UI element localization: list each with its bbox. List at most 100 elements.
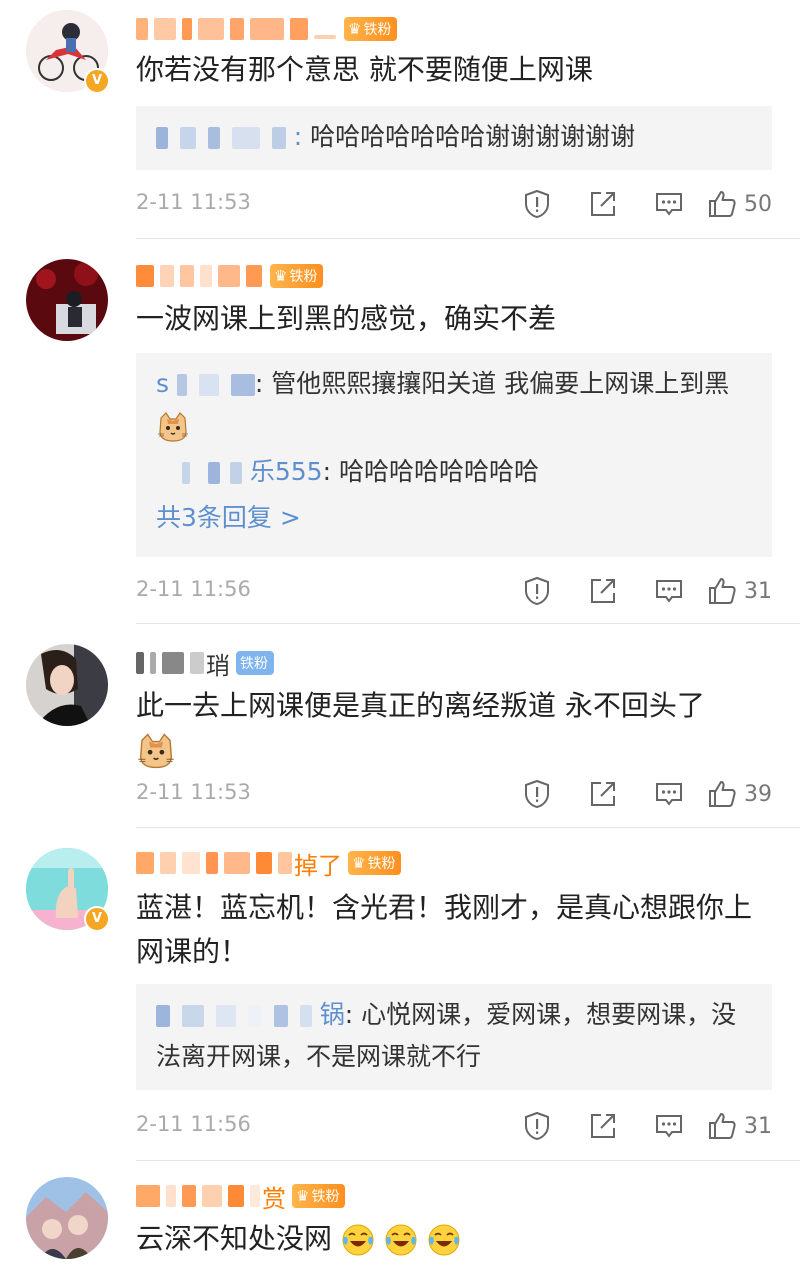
comment-icon bbox=[654, 576, 684, 606]
comment-footer: 2-11 11:53 50 bbox=[136, 184, 776, 224]
comment-footer: 2-11 11:53 39 bbox=[136, 774, 776, 814]
like-icon bbox=[706, 188, 738, 220]
report-button[interactable] bbox=[504, 184, 570, 224]
crown-icon: ♛ bbox=[296, 1187, 310, 1205]
fan-badge-label: 铁粉 bbox=[363, 22, 392, 38]
fan-badge-label: 铁粉 bbox=[240, 656, 268, 672]
fan-badge: ♛ 铁粉 bbox=[270, 264, 324, 288]
reply-text: : 心悦网课，爱网课，想要网课，没法离开网课，不是网课就不行 bbox=[156, 1000, 737, 1071]
comment-icon bbox=[654, 1111, 684, 1141]
share-icon bbox=[588, 576, 618, 606]
comment-text: 云深不知处没网 bbox=[136, 1217, 776, 1261]
comment-icon bbox=[654, 779, 684, 809]
avatar[interactable] bbox=[26, 644, 108, 726]
username[interactable]: 赏 ♛ 铁粉 bbox=[136, 1179, 346, 1213]
username-suffix: 赏 bbox=[262, 1184, 286, 1213]
report-icon bbox=[522, 576, 552, 606]
cat-emoji bbox=[156, 410, 190, 444]
verified-icon: V bbox=[84, 906, 110, 932]
reply-item[interactable]: s : 管他熙熙攘攘阳关道 我偏要上网课上到黑 bbox=[156, 363, 752, 447]
reply-box[interactable]: : 哈哈哈哈哈哈哈谢谢谢谢谢谢 bbox=[136, 106, 772, 170]
crying-laugh-emoji bbox=[341, 1223, 375, 1257]
divider bbox=[136, 1160, 800, 1161]
reply-author[interactable]: : bbox=[294, 122, 302, 151]
more-replies-link[interactable]: 共3条回复 > bbox=[156, 497, 752, 539]
reply-button[interactable] bbox=[636, 571, 702, 611]
like-button[interactable]: 31 bbox=[706, 575, 776, 607]
timestamp: 2-11 11:53 bbox=[136, 190, 251, 214]
reply-author[interactable]: s bbox=[156, 369, 169, 398]
like-button[interactable]: 39 bbox=[706, 778, 776, 810]
timestamp: 2-11 11:56 bbox=[136, 1112, 251, 1136]
timestamp: 2-11 11:56 bbox=[136, 577, 251, 601]
username[interactable]: 琑 铁粉 bbox=[136, 646, 274, 680]
comment-text: 你若没有那个意思 就不要随便上网课 bbox=[136, 53, 593, 86]
username-suffix: 琑 bbox=[206, 651, 230, 680]
like-icon bbox=[706, 575, 738, 607]
comment-text-body: 此一去上网课便是真正的离经叛道 永不回头了 bbox=[136, 689, 705, 722]
report-button[interactable] bbox=[504, 774, 570, 814]
comment-footer: 2-11 11:56 31 bbox=[136, 1106, 776, 1146]
like-count: 50 bbox=[744, 191, 772, 217]
username-suffix: 掉了 bbox=[294, 851, 342, 880]
comment-text: 此一去上网课便是真正的离经叛道 永不回头了 bbox=[136, 684, 776, 772]
fan-badge-label: 铁粉 bbox=[367, 856, 396, 872]
verified-icon: V bbox=[84, 68, 110, 94]
reply-button[interactable] bbox=[636, 774, 702, 814]
share-icon bbox=[588, 189, 618, 219]
reply-text: 哈哈哈哈哈哈哈谢谢谢谢谢谢 bbox=[302, 122, 636, 151]
share-button[interactable] bbox=[570, 571, 636, 611]
fan-badge: ♛ 铁粉 bbox=[292, 1184, 346, 1208]
like-count: 31 bbox=[744, 1113, 772, 1139]
reply-text: : 管他熙熙攘攘阳关道 我偏要上网课上到黑 bbox=[254, 369, 730, 398]
username[interactable]: 掉了 ♛ 铁粉 bbox=[136, 846, 402, 880]
crying-laugh-emoji bbox=[384, 1223, 418, 1257]
reply-button[interactable] bbox=[636, 1106, 702, 1146]
comment-footer: 2-11 11:56 31 bbox=[136, 571, 776, 611]
crown-icon: ♛ bbox=[348, 20, 362, 38]
reply-box[interactable]: s : 管他熙熙攘攘阳关道 我偏要上网课上到黑 乐555: 哈哈哈哈哈哈哈哈 共… bbox=[136, 353, 772, 557]
share-icon bbox=[588, 779, 618, 809]
like-icon bbox=[706, 1110, 738, 1142]
fan-badge: ♛ 铁粉 bbox=[348, 851, 402, 875]
fan-badge-label: 铁粉 bbox=[311, 1189, 340, 1205]
like-button[interactable]: 31 bbox=[706, 1110, 776, 1142]
avatar[interactable] bbox=[26, 259, 108, 341]
avatar[interactable] bbox=[26, 1177, 108, 1259]
report-icon bbox=[522, 779, 552, 809]
crown-icon: ♛ bbox=[274, 267, 288, 285]
reply-item[interactable]: 乐555: 哈哈哈哈哈哈哈哈 bbox=[156, 451, 752, 493]
share-icon bbox=[588, 1111, 618, 1141]
cat-emoji bbox=[136, 731, 176, 771]
report-icon bbox=[522, 189, 552, 219]
comment-text: 蓝湛！蓝忘机！含光君！我刚才，是真心想跟你上网课的！ bbox=[136, 891, 753, 968]
like-button[interactable]: 50 bbox=[706, 188, 776, 220]
reply-text: : 哈哈哈哈哈哈哈哈 bbox=[322, 457, 539, 486]
divider bbox=[136, 623, 800, 624]
divider bbox=[136, 238, 800, 239]
divider bbox=[136, 827, 800, 828]
timestamp: 2-11 11:53 bbox=[136, 780, 251, 804]
report-button[interactable] bbox=[504, 1106, 570, 1146]
reply-button[interactable] bbox=[636, 184, 702, 224]
comment-icon bbox=[654, 189, 684, 219]
share-button[interactable] bbox=[570, 774, 636, 814]
like-icon bbox=[706, 778, 738, 810]
like-count: 39 bbox=[744, 781, 772, 807]
reply-author[interactable]: 锅 bbox=[320, 1000, 345, 1029]
share-button[interactable] bbox=[570, 1106, 636, 1146]
reply-item[interactable]: : 哈哈哈哈哈哈哈谢谢谢谢谢谢 bbox=[156, 116, 752, 158]
reply-box[interactable]: 锅: 心悦网课，爱网课，想要网课，没法离开网课，不是网课就不行 bbox=[136, 984, 772, 1090]
comment-text-body: 云深不知处没网 bbox=[136, 1222, 333, 1255]
report-button[interactable] bbox=[504, 571, 570, 611]
fan-badge: ♛ 铁粉 bbox=[344, 17, 398, 41]
crown-icon: ♛ bbox=[352, 854, 366, 872]
reply-author[interactable]: 乐555 bbox=[250, 457, 323, 486]
comment-text: 一波网课上到黑的感觉，确实不差 bbox=[136, 302, 557, 335]
reply-item[interactable]: 锅: 心悦网课，爱网课，想要网课，没法离开网课，不是网课就不行 bbox=[156, 994, 752, 1078]
username[interactable]: ♛ 铁粉 bbox=[136, 259, 324, 293]
like-count: 31 bbox=[744, 578, 772, 604]
share-button[interactable] bbox=[570, 184, 636, 224]
crying-laugh-emoji bbox=[427, 1223, 461, 1257]
username[interactable]: ♛ 铁粉 bbox=[136, 12, 398, 46]
